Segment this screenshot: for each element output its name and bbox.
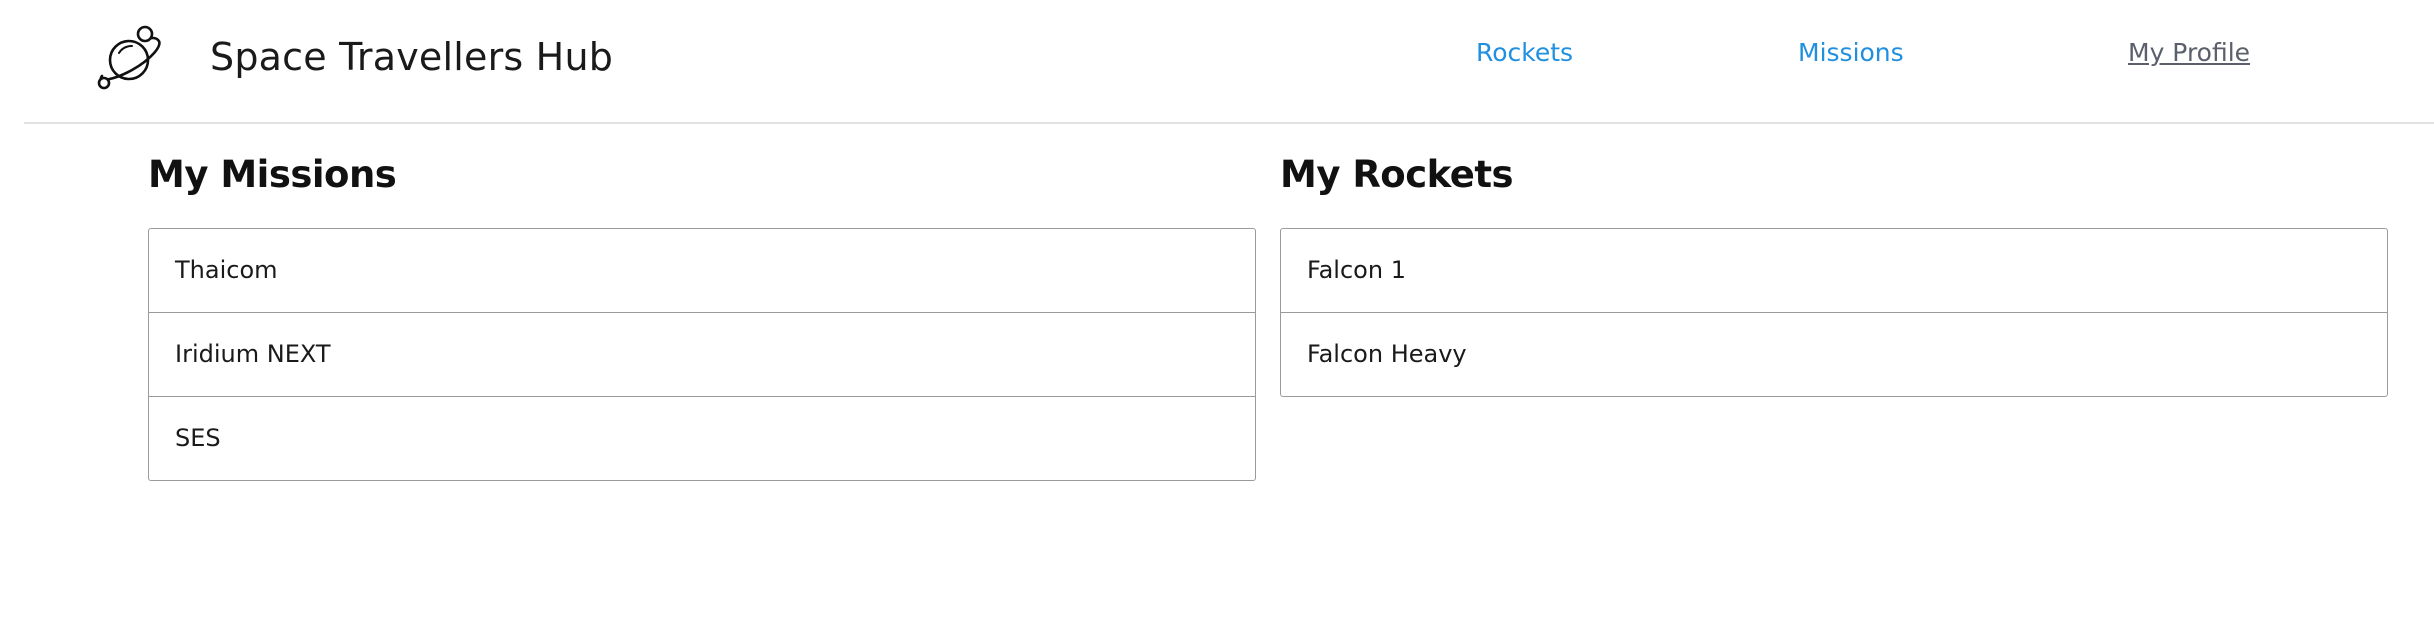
nav-link-missions[interactable]: Missions xyxy=(1798,38,1904,67)
my-missions-heading: My Missions xyxy=(148,153,397,196)
my-rockets-heading: My Rockets xyxy=(1280,153,1514,196)
rocket-list-item: Falcon 1 xyxy=(1307,256,1406,284)
mission-list-item: Iridium NEXT xyxy=(149,312,1255,396)
profile-page: Space Travellers Hub Rockets Missions My… xyxy=(0,0,2434,618)
nav-link-rockets[interactable]: Rockets xyxy=(1476,38,1573,67)
mission-list-item: SES xyxy=(149,396,1255,480)
my-missions-list: Thaicom Iridium NEXT SES xyxy=(148,228,1256,481)
nav-link-my-profile[interactable]: My Profile xyxy=(2128,38,2250,67)
site-header: Space Travellers Hub Rockets Missions My… xyxy=(24,0,2434,124)
main-nav: Rockets Missions My Profile xyxy=(24,38,2434,78)
my-rockets-list: Falcon 1 Falcon Heavy xyxy=(1280,228,2388,397)
mission-list-item: Thaicom xyxy=(175,256,278,284)
rocket-list-item: Falcon Heavy xyxy=(1281,312,2387,396)
